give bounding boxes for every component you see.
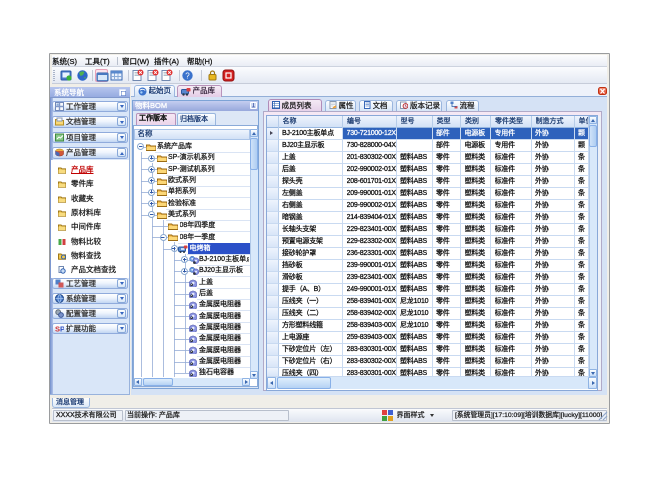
svg-text:SP: SP [55,324,64,333]
svg-text:?: ? [185,71,190,80]
